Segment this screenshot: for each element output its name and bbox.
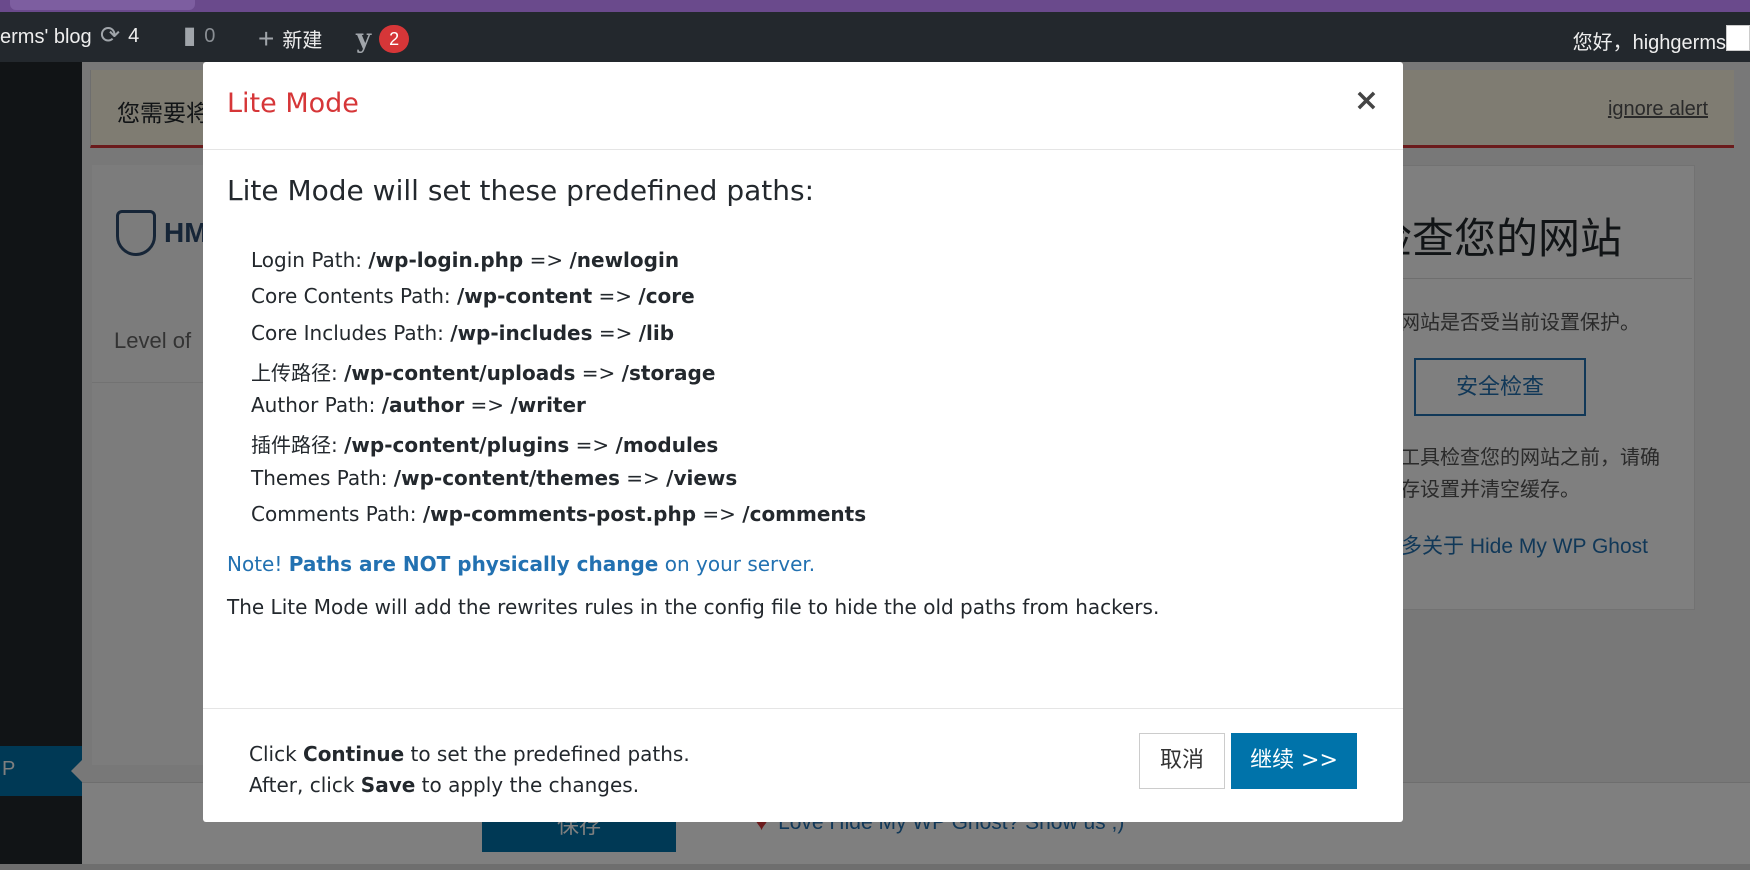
footer-line-2: After, click Save to apply the changes. [249, 770, 690, 801]
continue-button[interactable]: 继续 >> [1231, 733, 1357, 789]
path-item-comments: Comments Path: /wp-comments-post.php => … [251, 502, 866, 526]
modal-header: Lite Mode × [203, 62, 1403, 150]
path-item-plugins: 插件路径: /wp-content/plugins => /modules [251, 429, 718, 458]
path-old: /wp-content/plugins [344, 433, 570, 457]
path-new: /comments [742, 502, 867, 526]
footer-line-1: Click Continue to set the predefined pat… [249, 739, 690, 770]
path-item-uploads: 上传路径: /wp-content/uploads => /storage [251, 357, 715, 386]
path-label: Core Includes Path: [251, 321, 444, 345]
path-item-author: Author Path: /author => /writer [251, 393, 586, 417]
yoast-icon: y [356, 24, 372, 54]
path-arrow: => [581, 361, 616, 385]
comments-count: 0 [204, 24, 216, 47]
footer-text: Click [249, 742, 297, 766]
new-content-item[interactable]: + 新建 [258, 24, 322, 53]
path-old: /wp-content [457, 284, 593, 308]
path-item-core-includes: Core Includes Path: /wp-includes => /lib [251, 321, 674, 345]
yoast-item[interactable]: y 2 [356, 24, 410, 54]
footer-bold: Continue [303, 742, 405, 766]
footer-text: After, click [249, 773, 355, 797]
footer-instructions: Click Continue to set the predefined pat… [249, 739, 690, 801]
user-greeting[interactable]: 您好，highgerms [1573, 26, 1726, 55]
path-new: /core [638, 284, 695, 308]
path-old: /wp-content/uploads [344, 361, 576, 385]
path-old: /wp-content/themes [393, 466, 620, 490]
path-arrow: => [598, 284, 633, 308]
path-old: /wp-login.php [368, 248, 524, 272]
path-arrow: => [529, 248, 564, 272]
path-label: 上传路径: [251, 361, 338, 385]
path-new: /modules [615, 433, 719, 457]
comments-item[interactable]: ▮ 0 [183, 24, 215, 48]
path-new: /newlogin [569, 248, 680, 272]
new-content-label: 新建 [282, 30, 323, 52]
avatar[interactable] [1726, 25, 1750, 51]
lite-mode-description: The Lite Mode will add the rewrites rule… [227, 595, 1160, 619]
path-arrow: => [626, 466, 660, 490]
admin-bar: erms' blog ⟳ 4 ▮ 0 + 新建 y 2 您好，highgerms [0, 12, 1750, 62]
path-new: /writer [510, 393, 586, 417]
modal-title: Lite Mode [227, 88, 359, 119]
footer-bold: Save [360, 773, 416, 797]
modal-footer: Click Continue to set the predefined pat… [203, 708, 1403, 822]
path-arrow: => [470, 393, 505, 417]
path-new: /storage [621, 361, 716, 385]
path-item-core-contents: Core Contents Path: /wp-content => /core [251, 284, 695, 308]
note-bold: Paths are NOT physically change [288, 552, 659, 576]
path-arrow: => [575, 433, 610, 457]
path-item-themes: Themes Path: /wp-content/themes => /view… [251, 466, 737, 490]
path-label: Themes Path: [251, 466, 388, 490]
note-text: Note! Paths are NOT physically change on… [227, 552, 815, 576]
path-old: /author [381, 393, 465, 417]
updates-item[interactable]: ⟳ 4 [100, 24, 139, 48]
path-label: Author Path: [251, 393, 376, 417]
browser-tab-strip [0, 0, 1750, 12]
path-new: /views [666, 466, 738, 490]
path-new: /lib [638, 321, 675, 345]
yoast-notification-badge: 2 [379, 25, 410, 53]
paths-heading: Lite Mode will set these predefined path… [227, 174, 815, 207]
close-icon[interactable]: × [1354, 86, 1379, 116]
footer-text: to apply the changes. [421, 773, 640, 797]
path-item-login: Login Path: /wp-login.php => /newlogin [251, 248, 679, 272]
path-label: Login Path: [251, 248, 362, 272]
note-suffix: on your server. [664, 552, 816, 576]
path-old: /wp-includes [450, 321, 593, 345]
path-label: Core Contents Path: [251, 284, 451, 308]
plus-icon: + [258, 22, 275, 54]
cancel-button[interactable]: 取消 [1139, 733, 1225, 789]
footer-text: to set the predefined paths. [410, 742, 690, 766]
note-prefix: Note! [227, 552, 283, 576]
updates-count: 4 [128, 24, 140, 47]
comment-icon: ▮ [183, 22, 197, 49]
path-label: Comments Path: [251, 502, 417, 526]
site-name-link[interactable]: erms' blog [0, 26, 92, 49]
lite-mode-modal: Lite Mode × Lite Mode will set these pre… [203, 62, 1403, 822]
path-arrow: => [702, 502, 736, 526]
refresh-icon: ⟳ [100, 22, 121, 49]
path-arrow: => [598, 321, 633, 345]
browser-active-tab[interactable] [10, 0, 195, 10]
path-old: /wp-comments-post.php [422, 502, 697, 526]
path-label: 插件路径: [251, 433, 338, 457]
